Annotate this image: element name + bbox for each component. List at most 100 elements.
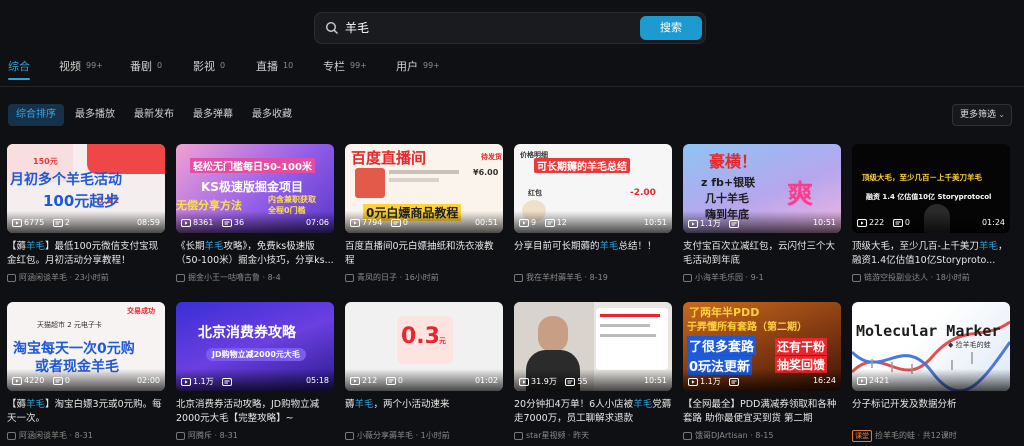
tab-user[interactable]: 用户 99+: [396, 58, 440, 84]
video-author[interactable]: 饿哥DJArtisan · 8-15: [683, 430, 841, 441]
video-thumbnail[interactable]: 北京消费券攻略 JD购物立减2000元大毛 1.1万 05:18: [176, 302, 334, 391]
video-title[interactable]: 薅羊毛，两个小活动速来: [345, 398, 503, 426]
danmaku-icon: [544, 218, 555, 227]
tab-article[interactable]: 专栏 99+: [323, 58, 367, 84]
danmaku-icon: [385, 376, 396, 385]
filter-default[interactable]: 综合排序: [8, 104, 64, 126]
filter-most-played[interactable]: 最多播放: [67, 104, 123, 126]
video-thumbnail[interactable]: 顶级大毛，至少几百－上千美刀羊毛 融资 1.4 亿估值10亿 Storyprot…: [852, 144, 1010, 233]
play-count-icon: [181, 218, 191, 227]
up-icon: [7, 273, 16, 282]
play-count-icon: [857, 218, 867, 227]
play-count-icon: [688, 377, 698, 386]
play-count-icon: [350, 376, 360, 385]
up-icon: [345, 431, 354, 440]
up-icon: [852, 273, 861, 282]
video-title[interactable]: 百度直播间0元白嫖抽纸和洗衣液教程: [345, 240, 503, 268]
video-duration: 05:18: [305, 376, 329, 385]
danmaku-icon: [221, 218, 232, 227]
play-count-icon: [688, 219, 698, 228]
video-title[interactable]: 【全网最全】PDD满减券领取和各种套路 助你最便宜买到货 第二期: [683, 398, 841, 426]
play-count-icon: [350, 218, 360, 227]
video-duration: 02:00: [136, 376, 160, 385]
chevron-down-icon: ⌄: [998, 110, 1005, 119]
video-author[interactable]: star星视频 · 昨天: [514, 430, 672, 441]
video-author[interactable]: 小海羊毛乐园 · 9-1: [683, 272, 841, 283]
more-filters-button[interactable]: 更多筛选 ⌄: [952, 104, 1012, 126]
video-thumbnail[interactable]: 交易成功 天猫超市 2 元电子卡 淘宝每天一次0元购 或者现金羊毛 4220 0…: [7, 302, 165, 391]
video-thumbnail[interactable]: 豪横！ z fb+银联 几十羊毛 嗨到年底 爽 1.1万 10:51: [683, 144, 841, 233]
course-badge: 课堂: [852, 430, 872, 442]
video-author[interactable]: 课堂 捡羊毛的蛙 · 共12课时: [852, 430, 1010, 442]
result-tabs: 综合 视频 99+ 番剧 0 影视 0 直播 10 专栏 99+ 用户 99+: [0, 58, 1024, 84]
search-icon: [325, 21, 338, 34]
play-count-icon: [519, 377, 529, 386]
search-button[interactable]: 搜索: [640, 16, 702, 40]
video-duration: 10:51: [643, 376, 667, 385]
search-input[interactable]: 羊毛: [345, 13, 369, 43]
danmaku-icon: [892, 218, 903, 227]
video-thumbnail[interactable]: Molecular Marker ◆ 捡羊毛的蛙 2421: [852, 302, 1010, 391]
up-icon: [176, 273, 185, 282]
play-count-icon: [12, 376, 22, 385]
video-thumbnail[interactable]: 百度直播间 待发货 ¥6.00 0元白嫖商品教程 7794 0 00:51: [345, 144, 503, 233]
video-title[interactable]: 【薅羊毛】最低100元微信支付宝现金红包。月初活动分享教程！: [7, 240, 165, 268]
video-duration: 08:59: [136, 218, 160, 227]
up-icon: [514, 273, 523, 282]
video-author[interactable]: 阿涵闲谈羊毛 · 23小时前: [7, 272, 165, 283]
tab-all[interactable]: 综合: [8, 58, 30, 84]
danmaku-icon: [729, 377, 740, 386]
tab-video[interactable]: 视频 99+: [59, 58, 103, 84]
video-author[interactable]: 青凤的日子 · 16小时前: [345, 272, 503, 283]
tab-bangumi[interactable]: 番剧 0: [130, 58, 162, 84]
sort-filters: 综合排序 最多播放 最新发布 最多弹幕 最多收藏: [0, 104, 1024, 126]
video-author[interactable]: 阿涵闲谈羊毛 · 8-31: [7, 430, 165, 441]
filter-most-danmaku[interactable]: 最多弹幕: [185, 104, 241, 126]
play-count-icon: [519, 218, 529, 227]
filter-most-favorited[interactable]: 最多收藏: [244, 104, 300, 126]
danmaku-icon: [729, 219, 740, 228]
danmaku-icon: [222, 377, 233, 386]
video-title[interactable]: 《长期羊毛攻略》，免费ks极速版（50-100米）掘金小技巧，分享ks...: [176, 240, 334, 268]
video-author[interactable]: 小薇分享薅羊毛 · 1小时前: [345, 430, 503, 441]
play-count-icon: [12, 218, 22, 227]
filter-newest[interactable]: 最新发布: [126, 104, 182, 126]
up-icon: [345, 273, 354, 282]
video-duration: 10:51: [812, 218, 836, 227]
video-thumbnail[interactable]: 150元 0.12 月初多个羊毛活动 100元起步 6775 2 08:59: [7, 144, 165, 233]
video-title[interactable]: 20分钟扣4万单！6人小店被羊毛党薅走7000万，员工聊解求退款: [514, 398, 672, 426]
danmaku-icon: [390, 218, 401, 227]
tab-film[interactable]: 影视 0: [193, 58, 225, 84]
video-duration: 00:51: [474, 218, 498, 227]
up-icon: [683, 273, 692, 282]
search-bar: 羊毛 搜索: [314, 12, 706, 44]
video-author[interactable]: 我在羊村薅羊毛 · 8-19: [514, 272, 672, 283]
video-author[interactable]: 阿腾斥 · 8-31: [176, 430, 334, 441]
video-thumbnail[interactable]: 0.3 元 212 0 01:02: [345, 302, 503, 391]
tabs-divider: [0, 86, 1024, 87]
up-icon: [7, 431, 16, 440]
video-duration: 01:24: [981, 218, 1005, 227]
video-author[interactable]: 链游空投副业达人 · 18小时前: [852, 272, 1010, 283]
video-thumbnail[interactable]: 价格明细 可长期薅的羊毛总结 红包 -2.00 9 12 10:51: [514, 144, 672, 233]
video-duration: 10:51: [643, 218, 667, 227]
video-duration: 07:06: [305, 218, 329, 227]
video-title[interactable]: 分子标记开发及数据分析: [852, 398, 1010, 426]
play-count-icon: [857, 376, 867, 385]
video-title[interactable]: 顶级大毛，至少几百-上千美刀羊毛，融资1.4亿估值10亿Storyproto..…: [852, 240, 1010, 268]
up-icon: [683, 431, 692, 440]
video-title[interactable]: 支付宝百次立减红包，云闪付三个大毛活动到年底: [683, 240, 841, 268]
video-title[interactable]: 【薅羊毛】淘宝白嫖3元或0元购。每天一次。: [7, 398, 165, 426]
video-title[interactable]: 北京消费券活动攻略，JD购物立减2000元大毛【完整攻略】~: [176, 398, 334, 426]
video-duration: 01:02: [474, 376, 498, 385]
video-thumbnail[interactable]: 31.9万 55 10:51: [514, 302, 672, 391]
up-icon: [176, 431, 185, 440]
up-icon: [514, 431, 523, 440]
tab-live[interactable]: 直播 10: [256, 58, 293, 84]
video-thumbnail[interactable]: 轻松无门槛每日50-100米 KS极速版掘金项目 无偿分享方法 内含兼职获取 全…: [176, 144, 334, 233]
play-count-icon: [181, 377, 191, 386]
video-author[interactable]: 掘金小王一咕噜古鲁 · 8-4: [176, 272, 334, 283]
video-thumbnail[interactable]: 了两年半PDD 于弄懂所有套路（第二期） 了很多套路 0玩法更新 还有干粉 抽奖…: [683, 302, 841, 391]
danmaku-icon: [52, 376, 63, 385]
video-title[interactable]: 分享目前可长期薅的羊毛总结！！: [514, 240, 672, 268]
